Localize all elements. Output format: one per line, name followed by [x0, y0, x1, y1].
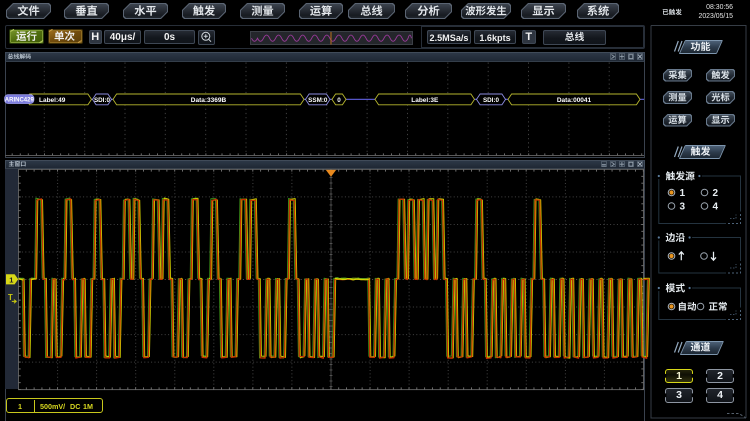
svg-text:4: 4 — [713, 202, 719, 213]
svg-text:2: 2 — [713, 188, 719, 199]
svg-text:1: 1 — [680, 188, 686, 199]
svg-text:3: 3 — [680, 202, 686, 213]
